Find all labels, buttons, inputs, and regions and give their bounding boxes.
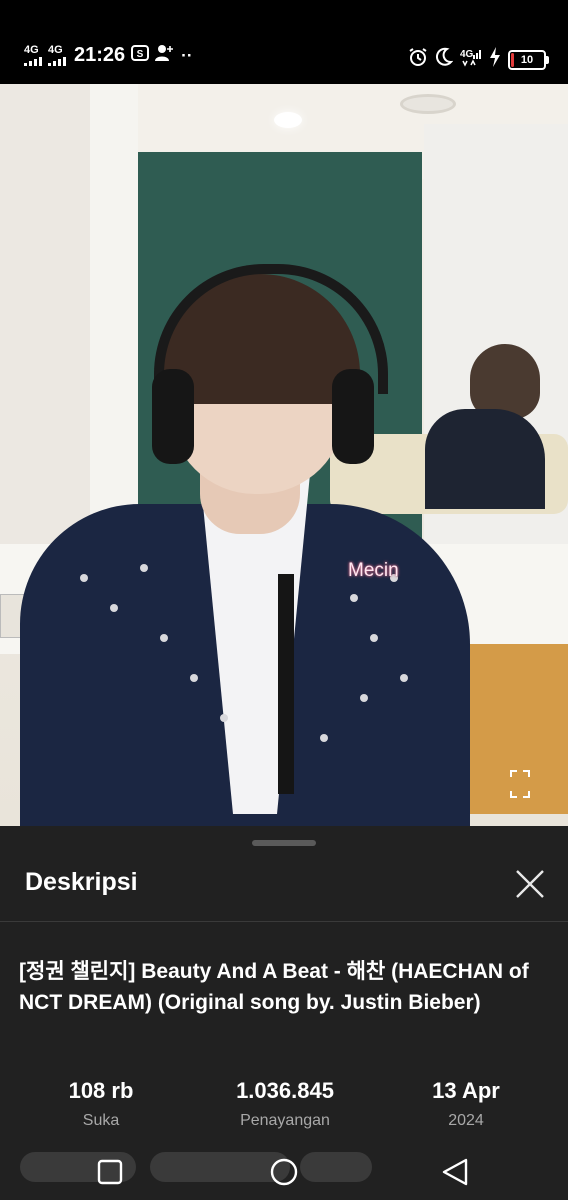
tie — [278, 574, 294, 794]
battery-level: 10 — [520, 53, 534, 66]
ceiling-light — [274, 112, 302, 128]
sheet-heading: Deskripsi — [25, 868, 138, 896]
4g-signal-icon: 4G — [460, 47, 482, 72]
home-circle-icon[interactable] — [264, 1152, 304, 1192]
divider — [0, 921, 568, 922]
video-icon: S — [131, 44, 150, 67]
close-icon[interactable] — [514, 868, 546, 900]
network-type-2: 4G — [48, 44, 63, 56]
svg-text:4G: 4G — [460, 49, 474, 60]
drag-handle[interactable] — [252, 840, 316, 846]
date-stat: 13 Apr 2024 — [381, 1078, 551, 1130]
clock: 21:26 — [74, 44, 126, 66]
likes-count: 108 rb — [68, 1078, 134, 1103]
likes-label: Suka — [82, 1112, 120, 1129]
likes-stat: 108 rb Suka — [16, 1078, 186, 1130]
signal-icon: 4G — [48, 45, 66, 66]
status-bar: 4G 4G 21:26 S ·· 4G 10 — [0, 0, 568, 84]
svg-text:S: S — [137, 49, 144, 60]
status-bar-right: 4G 10 — [408, 47, 549, 72]
ceiling-light — [400, 94, 456, 114]
network-type-1: 4G — [24, 44, 39, 56]
status-bar-left: 4G 4G 21:26 S ·· — [24, 44, 192, 67]
battery-icon: 10 — [508, 49, 549, 70]
overflow-dots: ·· — [181, 45, 193, 65]
charging-bolt-icon — [489, 47, 501, 72]
system-nav-bar — [0, 1144, 568, 1200]
headphone-earcup — [332, 369, 374, 464]
views-count: 1.036.845 — [236, 1078, 334, 1103]
views-stat: 1.036.845 Penayangan — [200, 1078, 370, 1130]
back-triangle-icon[interactable] — [436, 1152, 476, 1192]
person-add-icon — [155, 44, 175, 67]
alarm-icon — [408, 47, 428, 72]
signal-icon: 4G — [24, 45, 42, 66]
video-player[interactable]: Mecin — [0, 84, 568, 826]
video-title: [정권 챌린지] Beauty And A Beat - 해찬 (HAECHAN… — [19, 960, 529, 1014]
date-year: 2024 — [448, 1112, 484, 1129]
person — [20, 264, 470, 826]
views-label: Penayangan — [240, 1112, 330, 1129]
headphone-earcup — [152, 369, 194, 464]
watermark-text: Mecin — [348, 560, 399, 581]
recents-square-icon[interactable] — [90, 1152, 130, 1192]
fullscreen-icon[interactable] — [510, 770, 530, 798]
date-day-month: 13 Apr — [432, 1078, 500, 1103]
moon-icon — [435, 47, 454, 72]
